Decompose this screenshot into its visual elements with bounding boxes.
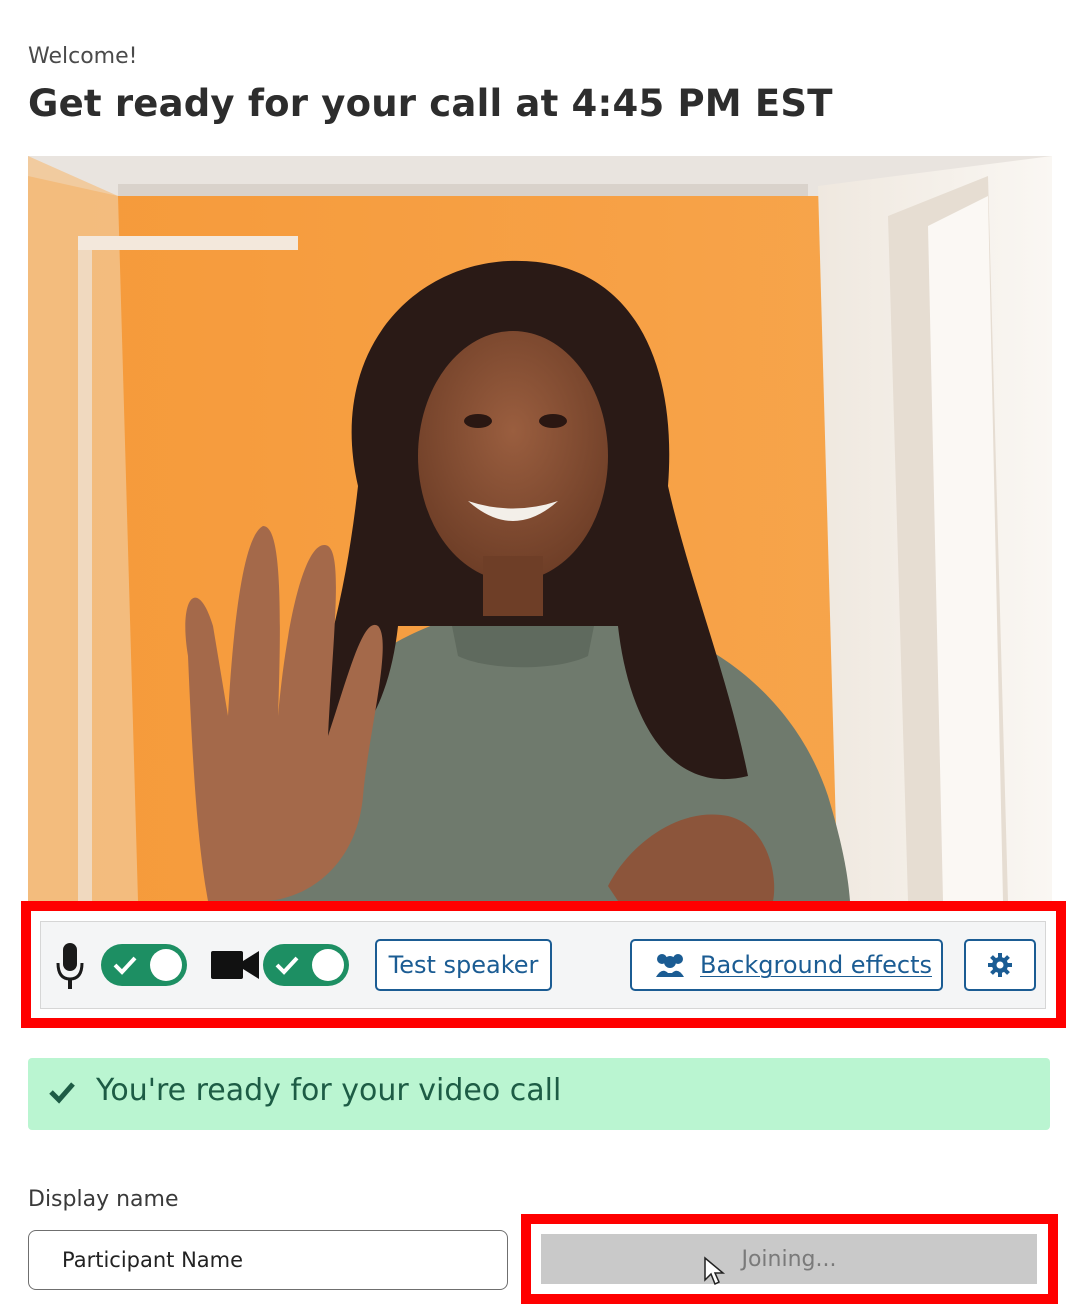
background-effects-label: Background effects: [700, 951, 932, 979]
ready-status-text: You're ready for your video call: [96, 1073, 562, 1108]
display-name-input[interactable]: [28, 1230, 508, 1290]
display-name-label: Display name: [28, 1187, 179, 1212]
checkmark-icon: [49, 1082, 75, 1104]
toggle-knob: [312, 949, 344, 981]
camera-preview-image: [28, 156, 1052, 901]
page-title: Get ready for your call at 4:45 PM EST: [28, 82, 833, 125]
checkmark-icon: [113, 956, 137, 975]
test-speaker-button[interactable]: Test speaker: [375, 939, 552, 991]
checkmark-icon: [275, 956, 299, 975]
mouse-cursor-icon: [704, 1256, 726, 1286]
people-icon: [656, 954, 684, 977]
join-button[interactable]: Joining...: [541, 1234, 1037, 1284]
camera-preview: [28, 156, 1052, 901]
microphone-toggle[interactable]: [101, 944, 187, 986]
welcome-text: Welcome!: [28, 44, 138, 69]
device-toolbar: Test speaker Background effects: [40, 921, 1046, 1009]
toggle-knob: [150, 949, 182, 981]
gear-icon: [988, 953, 1012, 977]
settings-button[interactable]: [964, 939, 1036, 991]
camera-toggle[interactable]: [263, 944, 349, 986]
ready-status-banner: You're ready for your video call: [28, 1058, 1050, 1130]
video-camera-icon: [211, 949, 259, 981]
microphone-icon: [55, 941, 85, 991]
background-effects-button[interactable]: Background effects: [630, 939, 943, 991]
